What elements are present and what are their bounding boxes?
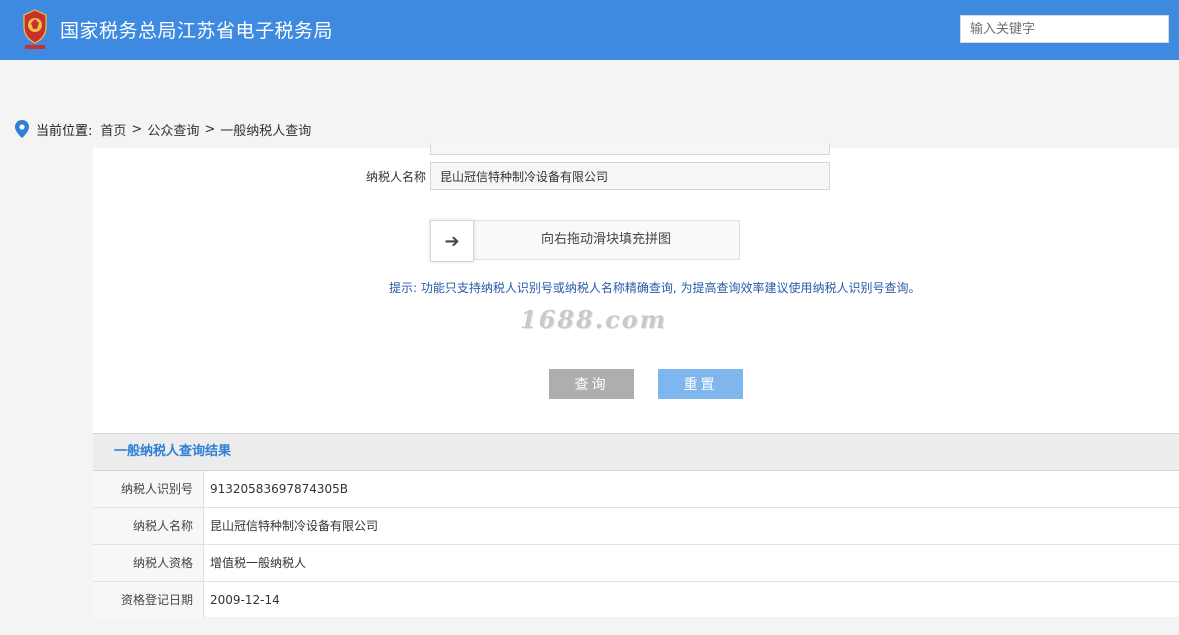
search-input[interactable] (960, 15, 1169, 43)
slider-handle[interactable]: ➔ (430, 220, 474, 262)
taxpayer-name-label: 纳税人名称 (365, 170, 426, 184)
table-row: 纳税人名称 昆山冠信特种制冷设备有限公司 (93, 508, 1179, 545)
row-key: 纳税人资格 (93, 545, 204, 581)
breadcrumb-current: 一般纳税人查询 (220, 123, 312, 139)
location-pin-icon (15, 120, 29, 138)
breadcrumb-label: 当前位置: (36, 123, 93, 139)
captcha-slider[interactable]: ➔ 向右拖动滑块填充拼图 (430, 220, 740, 262)
slider-instruction: 向右拖动滑块填充拼图 (540, 232, 671, 247)
breadcrumb-separator: > (131, 121, 143, 137)
table-row: 纳税人资格 增值税一般纳税人 (93, 545, 1179, 582)
query-hint: 提示: 功能只支持纳税人识别号或纳税人名称精确查询, 为提高查询效率建议使用纳税… (389, 281, 921, 295)
breadcrumb: 当前位置: 首页 > 公众查询 > 一般纳税人查询 (15, 119, 311, 139)
table-row: 纳税人识别号 91320583697874305B (93, 471, 1179, 508)
row-key: 资格登记日期 (93, 582, 204, 618)
breadcrumb-public-query[interactable]: 公众查询 (147, 120, 199, 139)
row-value: 91320583697874305B (210, 482, 349, 496)
result-table: 一般纳税人查询结果 纳税人识别号 91320583697874305B 纳税人名… (93, 433, 1179, 618)
top-header: 国家税务总局江苏省电子税务局 (0, 0, 1179, 60)
arrow-right-icon: ➔ (444, 230, 460, 252)
breadcrumb-home[interactable]: 首页 (100, 120, 126, 139)
taxpayer-id-input-partial[interactable] (430, 143, 830, 155)
row-key: 纳税人识别号 (93, 471, 204, 507)
tax-emblem-icon (23, 9, 47, 49)
row-value: 昆山冠信特种制冷设备有限公司 (210, 519, 379, 533)
reset-button[interactable]: 重置 (658, 369, 743, 399)
breadcrumb-separator: > (204, 121, 216, 137)
watermark: 1688.com (520, 305, 668, 334)
table-row: 资格登记日期 2009-12-14 (93, 582, 1179, 618)
row-value: 增值税一般纳税人 (210, 556, 307, 570)
result-title: 一般纳税人查询结果 (93, 433, 1179, 471)
query-button[interactable]: 查询 (549, 369, 634, 399)
row-value: 2009-12-14 (210, 593, 280, 607)
taxpayer-name-input[interactable] (430, 162, 830, 190)
row-key: 纳税人名称 (93, 508, 204, 544)
site-title: 国家税务总局江苏省电子税务局 (60, 20, 334, 42)
